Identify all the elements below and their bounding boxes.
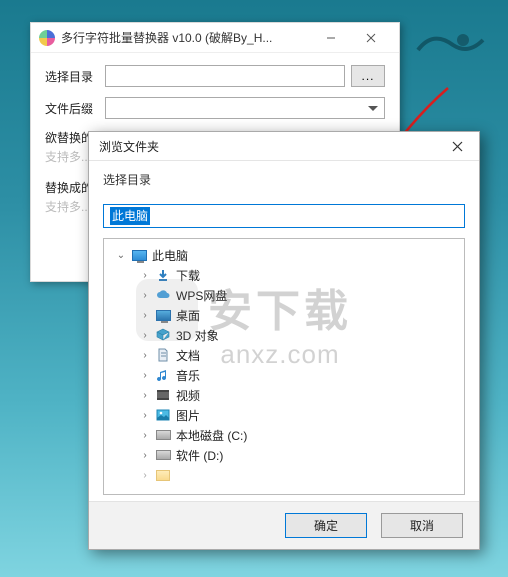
cancel-button[interactable]: 取消	[381, 513, 463, 538]
tree-item-desktop[interactable]: › 桌面	[108, 305, 460, 325]
app-icon	[39, 30, 55, 46]
expand-icon[interactable]: ›	[140, 470, 150, 481]
collapse-icon[interactable]: ⌄	[116, 250, 126, 261]
dialog-close-button[interactable]	[437, 132, 477, 160]
dialog-titlebar: 浏览文件夹	[89, 132, 479, 160]
expand-icon[interactable]: ›	[140, 290, 150, 301]
main-title: 多行字符批量替换器 v10.0 (破解By_H...	[61, 29, 311, 46]
music-icon	[155, 368, 171, 382]
dialog-footer: 确定 取消	[89, 501, 479, 549]
expand-icon[interactable]: ›	[140, 390, 150, 401]
expand-icon[interactable]: ›	[140, 430, 150, 441]
tree-item-drive-c[interactable]: › 本地磁盘 (C:)	[108, 425, 460, 445]
document-icon	[155, 348, 171, 362]
dialog-path-input[interactable]: 此电脑	[103, 204, 465, 228]
main-titlebar: 多行字符批量替换器 v10.0 (破解By_H...	[31, 23, 399, 53]
browse-folder-dialog: 浏览文件夹 选择目录 此电脑 ⌄ 此电脑 › 下载 › WPS网盘	[88, 131, 480, 550]
video-icon	[155, 388, 171, 402]
tree-item-documents[interactable]: › 文档	[108, 345, 460, 365]
tree-item-wps[interactable]: › WPS网盘	[108, 285, 460, 305]
browse-button[interactable]: ...	[351, 65, 385, 87]
tree-item-3d[interactable]: › 3D 对象	[108, 325, 460, 345]
label-select-dir: 选择目录	[45, 68, 99, 85]
expand-icon[interactable]: ›	[140, 370, 150, 381]
folder-tree[interactable]: ⌄ 此电脑 › 下载 › WPS网盘 › 桌面 › 3	[103, 238, 465, 495]
tree-item-music[interactable]: › 音乐	[108, 365, 460, 385]
tree-root[interactable]: ⌄ 此电脑	[108, 245, 460, 265]
close-button[interactable]	[351, 24, 391, 52]
cube-icon	[155, 328, 171, 342]
expand-icon[interactable]: ›	[140, 450, 150, 461]
expand-icon[interactable]: ›	[140, 410, 150, 421]
dialog-instruction: 选择目录	[103, 171, 465, 188]
minimize-button[interactable]	[311, 24, 351, 52]
folder-icon	[155, 468, 171, 482]
cloud-icon	[155, 288, 171, 302]
bg-decoration	[408, 10, 488, 80]
expand-icon[interactable]: ›	[140, 330, 150, 341]
expand-icon[interactable]: ›	[140, 270, 150, 281]
tree-item-more[interactable]: ›	[108, 465, 460, 485]
drive-icon	[155, 428, 171, 442]
expand-icon[interactable]: ›	[140, 350, 150, 361]
monitor-icon	[131, 248, 147, 262]
ok-button[interactable]: 确定	[285, 513, 367, 538]
expand-icon[interactable]: ›	[140, 310, 150, 321]
dir-input[interactable]	[105, 65, 345, 87]
tree-item-downloads[interactable]: › 下载	[108, 265, 460, 285]
tree-item-drive-d[interactable]: › 软件 (D:)	[108, 445, 460, 465]
downloads-icon	[155, 268, 171, 282]
tree-item-videos[interactable]: › 视频	[108, 385, 460, 405]
path-selected-text: 此电脑	[110, 207, 150, 225]
ext-combobox[interactable]	[105, 97, 385, 119]
desktop-icon	[155, 308, 171, 322]
drive-icon	[155, 448, 171, 462]
dialog-title: 浏览文件夹	[99, 138, 437, 155]
pictures-icon	[155, 408, 171, 422]
tree-root-label: 此电脑	[152, 247, 188, 264]
label-file-ext: 文件后缀	[45, 100, 99, 117]
tree-item-pictures[interactable]: › 图片	[108, 405, 460, 425]
